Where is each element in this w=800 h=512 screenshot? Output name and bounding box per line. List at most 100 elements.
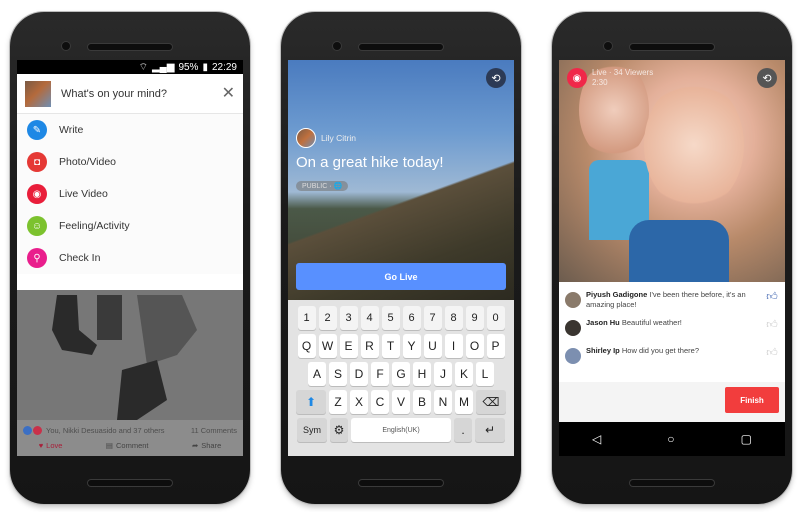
period-key[interactable]: . xyxy=(454,418,472,442)
privacy-selector[interactable]: PUBLIC · 🌐 xyxy=(296,181,349,191)
menu-item-live-video[interactable]: ◉ Live Video xyxy=(17,178,243,210)
key[interactable]: Q xyxy=(297,334,316,358)
earpiece xyxy=(359,44,443,50)
menu-item-photo-video[interactable]: ◘ Photo/Video xyxy=(17,146,243,178)
key[interactable]: N xyxy=(434,390,452,414)
signal-icon: ▂▄▆ xyxy=(151,61,175,73)
comment-text: Beautiful weather! xyxy=(621,318,682,327)
love-button[interactable]: ♥ Love xyxy=(39,441,63,450)
switch-camera-icon[interactable]: ⟲ xyxy=(486,68,506,88)
switch-camera-icon[interactable]: ⟲ xyxy=(757,68,777,88)
key[interactable]: U xyxy=(423,334,442,358)
go-live-button[interactable]: Go Live xyxy=(296,263,506,290)
key[interactable]: 9 xyxy=(465,306,484,330)
key[interactable]: 8 xyxy=(444,306,463,330)
keyboard-row-2: ASDFGHJKL xyxy=(290,362,512,386)
keyboard-bottom-row: Sym ⚙ English(UK) . ↵ xyxy=(290,418,512,442)
clock: 22:29 xyxy=(211,61,237,73)
key[interactable]: H xyxy=(413,362,431,386)
person-foreground xyxy=(644,80,744,210)
key[interactable]: 3 xyxy=(339,306,358,330)
key[interactable]: B xyxy=(413,390,431,414)
live-description[interactable]: On a great hike today! xyxy=(296,154,444,171)
key[interactable]: 4 xyxy=(360,306,379,330)
comment-button[interactable]: ▤ Comment xyxy=(106,441,149,450)
shift-key[interactable]: ⬆ xyxy=(296,390,326,414)
key[interactable]: W xyxy=(318,334,337,358)
key[interactable]: Z xyxy=(329,390,347,414)
settings-gear-key[interactable]: ⚙ xyxy=(330,418,348,442)
pencil-icon: ✎ xyxy=(27,120,47,140)
comment-item: Jason Hu Beautiful weather! 👍︎ xyxy=(559,316,785,344)
composer-prompt[interactable]: What's on your mind? xyxy=(61,88,222,100)
key[interactable]: D xyxy=(350,362,368,386)
key[interactable]: Y xyxy=(402,334,421,358)
key[interactable]: 5 xyxy=(381,306,400,330)
menu-item-write[interactable]: ✎ Write xyxy=(17,114,243,146)
key[interactable]: J xyxy=(434,362,452,386)
key[interactable]: R xyxy=(360,334,379,358)
home-icon[interactable]: ○ xyxy=(667,432,674,446)
key[interactable]: G xyxy=(392,362,410,386)
thumbs-up-icon[interactable]: 👍︎ xyxy=(765,346,779,359)
avatar xyxy=(25,80,51,107)
phone-live-broadcast: ◉ Live · 34 Viewers 2:30 ⟲ Piyush Gadigo… xyxy=(552,12,792,504)
author-name: Lily Citrin xyxy=(321,133,356,143)
smiley-icon: ☺ xyxy=(27,216,47,236)
key[interactable]: 6 xyxy=(402,306,421,330)
key[interactable]: 0 xyxy=(486,306,505,330)
key[interactable]: X xyxy=(350,390,368,414)
key[interactable]: F xyxy=(371,362,389,386)
key[interactable]: A xyxy=(308,362,326,386)
sym-key[interactable]: Sym xyxy=(297,418,327,442)
share-button[interactable]: ➦ Share xyxy=(192,441,221,450)
wifi-icon: ⌔ xyxy=(138,61,148,73)
menu-item-check-in[interactable]: ⚲ Check In xyxy=(17,242,243,274)
recents-icon[interactable]: ▢ xyxy=(741,432,752,446)
thumbs-up-icon[interactable]: 👍︎ xyxy=(765,318,779,331)
close-icon[interactable]: ✕ xyxy=(222,85,235,102)
thumbs-up-icon[interactable]: 👍︎ xyxy=(765,290,779,303)
key[interactable]: E xyxy=(339,334,358,358)
live-duration: 2:30 xyxy=(592,78,608,87)
comment-text: How did you get there? xyxy=(621,346,699,355)
menu-item-feeling-activity[interactable]: ☺ Feeling/Activity xyxy=(17,210,243,242)
back-icon[interactable]: ◁ xyxy=(592,432,601,446)
location-pin-icon: ⚲ xyxy=(27,248,47,268)
phone-composer: ⌔ ▂▄▆ 95% ▮ 22:29 What's on your mind? ✕… xyxy=(10,12,250,504)
space-key[interactable]: English(UK) xyxy=(351,418,451,442)
composer-header: What's on your mind? ✕ xyxy=(17,74,243,114)
key[interactable]: M xyxy=(455,390,473,414)
key[interactable]: 1 xyxy=(297,306,316,330)
menu-item-label: Photo/Video xyxy=(59,156,117,168)
key[interactable]: T xyxy=(381,334,400,358)
like-reaction-icon xyxy=(23,425,32,435)
keyboard: 1234567890 QWERTYUIOP ASDFGHJKL ⬆ Z X C V B N M… xyxy=(288,300,514,456)
front-camera xyxy=(333,42,341,50)
backspace-key[interactable]: ⌫ xyxy=(476,390,506,414)
key[interactable]: O xyxy=(465,334,484,358)
post-actions: ♥ Love ▤ Comment ➦ Share xyxy=(17,436,243,454)
finish-button[interactable]: Finish xyxy=(725,387,779,413)
reactions-summary[interactable]: You, Nikki Desuasido and 37 others xyxy=(46,426,191,435)
earpiece xyxy=(630,44,714,50)
avatar xyxy=(565,348,581,364)
key[interactable]: L xyxy=(476,362,494,386)
comments-count[interactable]: 11 Comments xyxy=(191,426,237,435)
comment-body: Shirley Ip How did you get there? xyxy=(586,346,765,356)
comment-icon: ▤ xyxy=(105,440,113,450)
key[interactable]: 2 xyxy=(318,306,337,330)
person-foreground-shirt xyxy=(629,220,729,282)
enter-key[interactable]: ↵ xyxy=(475,418,505,442)
key[interactable]: P xyxy=(486,334,505,358)
key[interactable]: S xyxy=(329,362,347,386)
avatar xyxy=(565,292,581,308)
key[interactable]: C xyxy=(371,390,389,414)
keyboard-number-row: 1234567890 xyxy=(290,306,512,330)
key[interactable]: K xyxy=(455,362,473,386)
key[interactable]: 7 xyxy=(423,306,442,330)
bottom-speaker xyxy=(630,480,714,486)
key[interactable]: I xyxy=(444,334,463,358)
key[interactable]: V xyxy=(392,390,410,414)
composer-menu: ✎ Write ◘ Photo/Video ◉ Live Video ☺ Fee… xyxy=(17,114,243,274)
